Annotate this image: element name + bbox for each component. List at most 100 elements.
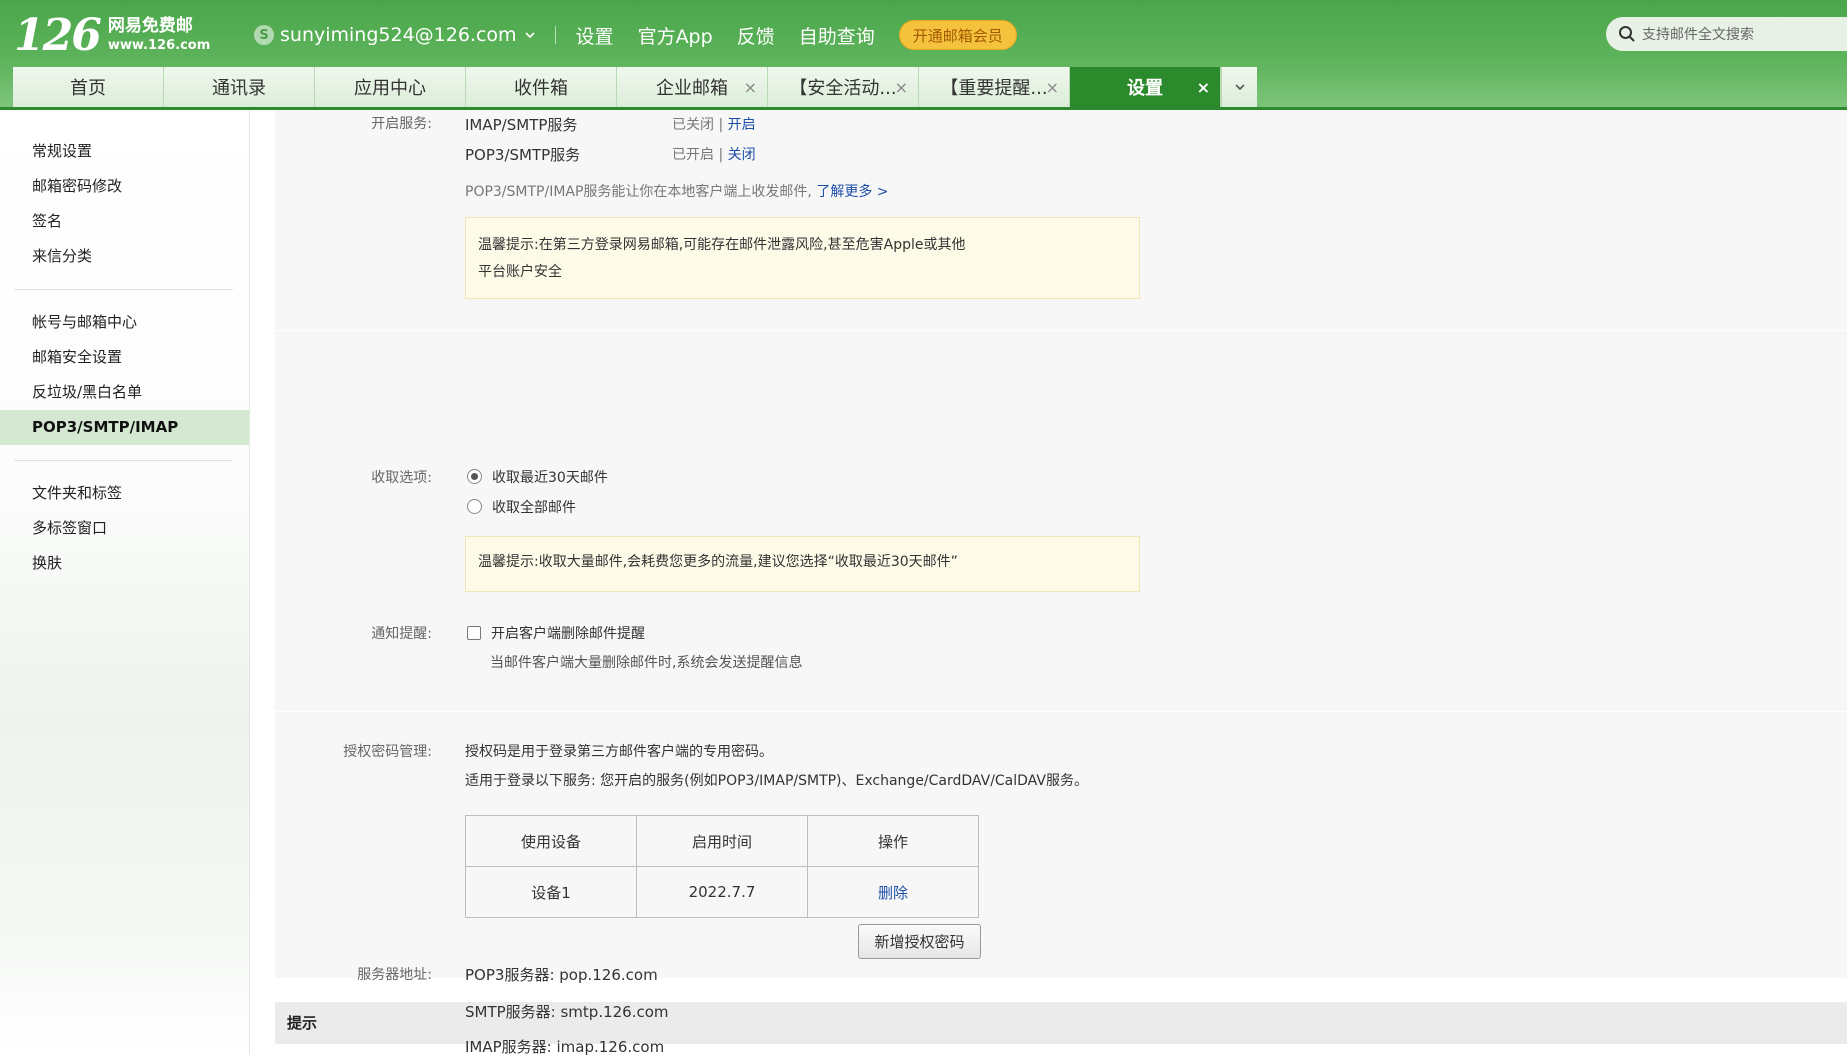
logo-domain: www.126.com [107,38,211,53]
receive-tip: 温馨提示:收取大量邮件,会耗费您更多的流量,建议您选择“收取最近30天邮件” [465,536,1140,592]
server-address-label: 服务器地址: [357,967,432,983]
logo[interactable]: 126 网易免费邮 www.126.com [14,12,210,60]
notify-label: 通知提醒: [371,626,432,642]
official-app-link[interactable]: 官方App [638,22,713,49]
delete-alert-option[interactable]: 开启客户端删除邮件提醒 [467,623,645,643]
settings-link[interactable]: 设置 [576,22,614,49]
close-icon[interactable]: × [1046,78,1059,97]
tab-enterprise-mail[interactable]: 企业邮箱 × [617,67,768,107]
option-label: 收取全部邮件 [492,500,576,516]
feedback-link[interactable]: 反馈 [737,22,775,49]
vip-button[interactable]: 开通邮箱会员 [898,20,1017,50]
account-email[interactable]: sunyiming524@126.com [280,24,517,46]
tab-bar: 首页 通讯录 应用中心 收件箱 企业邮箱 × 【安全活动... × 【重要提醒.… [13,67,1257,107]
search-box[interactable] [1606,17,1847,51]
close-icon[interactable]: × [1197,78,1210,97]
delete-link[interactable]: 删除 [878,884,908,902]
warning-line-1: 温馨提示:在第三方登录网易邮箱,可能存在邮件泄露风险,甚至危害Apple或其他 [478,237,966,253]
logo-name: 网易免费邮 [107,16,193,36]
add-auth-code-button[interactable]: 新增授权密码 [858,924,981,959]
auth-description-2: 适用于登录以下服务: 您开启的服务(例如POP3/IMAP/SMTP)、Exch… [465,773,1088,789]
account-bar: S sunyiming524@126.com 设置 官方App 反馈 自助查询 … [254,20,1017,50]
tab-more-button[interactable] [1221,67,1257,107]
auth-label: 授权密码管理: [343,744,432,760]
device-cell: 设备1 [465,866,637,918]
auth-description-1: 授权码是用于登录第三方邮件客户端的专用密码。 [465,744,773,760]
sidebar-item-account-center[interactable]: 帐号与邮箱中心 [0,305,249,340]
services-label: 开启服务: [371,116,432,132]
radio-selected[interactable] [467,469,482,484]
sidebar-item-antispam[interactable]: 反垃圾/黑白名单 [0,375,249,410]
close-icon[interactable]: × [895,78,908,97]
tab-app-center[interactable]: 应用中心 [315,67,466,107]
imap-enable-link[interactable]: 开启 [728,117,756,133]
self-service-link[interactable]: 自助查询 [799,22,875,49]
sidebar-item-multi-tab[interactable]: 多标签窗口 [0,511,249,546]
services-section: 开启服务: IMAP/SMTP服务 已关闭 | 开启 POP3/SMTP服务 已… [275,110,1847,330]
table-header-row: 使用设备 启用时间 操作 [465,815,979,867]
receive-all-option[interactable]: 收取全部邮件 [467,497,576,517]
top-header: 126 网易免费邮 www.126.com S sunyiming524@126… [0,0,1847,110]
account-status-icon: S [254,25,274,45]
sidebar-item-signature[interactable]: 签名 [0,204,249,239]
services-description: POP3/SMTP/IMAP服务能让你在本地客户端上收发邮件, [465,184,812,200]
sidebar-divider [14,289,233,290]
receive-section: 收取选项: 收取最近30天邮件 收取全部邮件 温馨提示:收取大量邮件,会耗费您更… [275,331,1847,711]
delete-alert-description: 当邮件客户端大量删除邮件时,系统会发送提醒信息 [490,655,803,671]
sidebar-item-general[interactable]: 常规设置 [0,134,249,169]
tab-label: 应用中心 [354,78,426,99]
time-cell: 2022.7.7 [636,866,808,918]
search-input[interactable] [1642,26,1832,42]
receive-30-days-option[interactable]: 收取最近30天邮件 [467,467,608,487]
pop-disable-link[interactable]: 关闭 [728,147,756,163]
sidebar-item-mail-filter[interactable]: 来信分类 [0,239,249,274]
sidebar-item-security[interactable]: 邮箱安全设置 [0,340,249,375]
sidebar-item-skin[interactable]: 换肤 [0,546,249,581]
tab-home[interactable]: 首页 [13,67,164,107]
sidebar-item-folders-tags[interactable]: 文件夹和标签 [0,476,249,511]
tab-contacts[interactable]: 通讯录 [164,67,315,107]
auth-code-table: 使用设备 启用时间 操作 设备1 2022.7.7 删除 [465,815,979,918]
separator: | [718,147,724,163]
smtp-server: SMTP服务器: smtp.126.com [465,1003,669,1021]
settings-sidebar: 常规设置 邮箱密码修改 签名 来信分类 帐号与邮箱中心 邮箱安全设置 反垃圾/黑… [0,110,250,1054]
tab-settings[interactable]: 设置 × [1070,67,1221,107]
checkbox-label: 开启客户端删除邮件提醒 [491,626,645,642]
tab-important-notice[interactable]: 【重要提醒... × [919,67,1070,107]
separator: | [718,117,724,133]
radio-unselected[interactable] [467,499,482,514]
tab-label: 【安全活动... [789,78,897,99]
chevron-down-icon[interactable] [524,30,535,40]
sidebar-divider [14,460,233,461]
auth-code-section: 授权密码管理: 授权码是用于登录第三方邮件客户端的专用密码。 适用于登录以下服务… [275,712,1847,978]
tab-label: 【重要提醒... [940,78,1048,99]
pop-service-name: POP3/SMTP服务 [465,146,581,164]
header-separator [554,26,556,44]
close-icon[interactable]: × [744,78,757,97]
column-header-action: 操作 [807,815,979,867]
tab-label: 首页 [70,78,106,99]
sidebar-item-password[interactable]: 邮箱密码修改 [0,169,249,204]
imap-status: 已关闭 [672,117,714,133]
warning-line-2: 平台账户安全 [478,264,562,280]
checkbox[interactable] [467,626,481,640]
tab-label: 通讯录 [212,78,266,99]
pop3-server: POP3服务器: pop.126.com [465,966,658,984]
column-header-device: 使用设备 [465,815,637,867]
receive-label: 收取选项: [371,470,432,486]
chevron-down-icon [1234,84,1245,91]
logo-number: 126 [14,10,102,61]
column-header-time: 启用时间 [636,815,808,867]
sidebar-item-pop3-smtp-imap[interactable]: POP3/SMTP/IMAP [0,410,249,445]
third-party-warning: 温馨提示:在第三方登录网易邮箱,可能存在邮件泄露风险,甚至危害Apple或其他 … [465,217,1140,299]
table-row: 设备1 2022.7.7 删除 [465,866,979,918]
learn-more-link[interactable]: 了解更多 > [816,184,888,200]
tab-inbox[interactable]: 收件箱 [466,67,617,107]
tab-label: 企业邮箱 [656,78,728,99]
tab-label: 收件箱 [514,78,568,99]
settings-main: 开启服务: IMAP/SMTP服务 已关闭 | 开启 POP3/SMTP服务 已… [275,110,1847,1054]
pop-status: 已开启 [672,147,714,163]
search-icon[interactable] [1618,25,1636,43]
tab-label: 设置 [1127,78,1163,99]
tab-security-activity[interactable]: 【安全活动... × [768,67,919,107]
